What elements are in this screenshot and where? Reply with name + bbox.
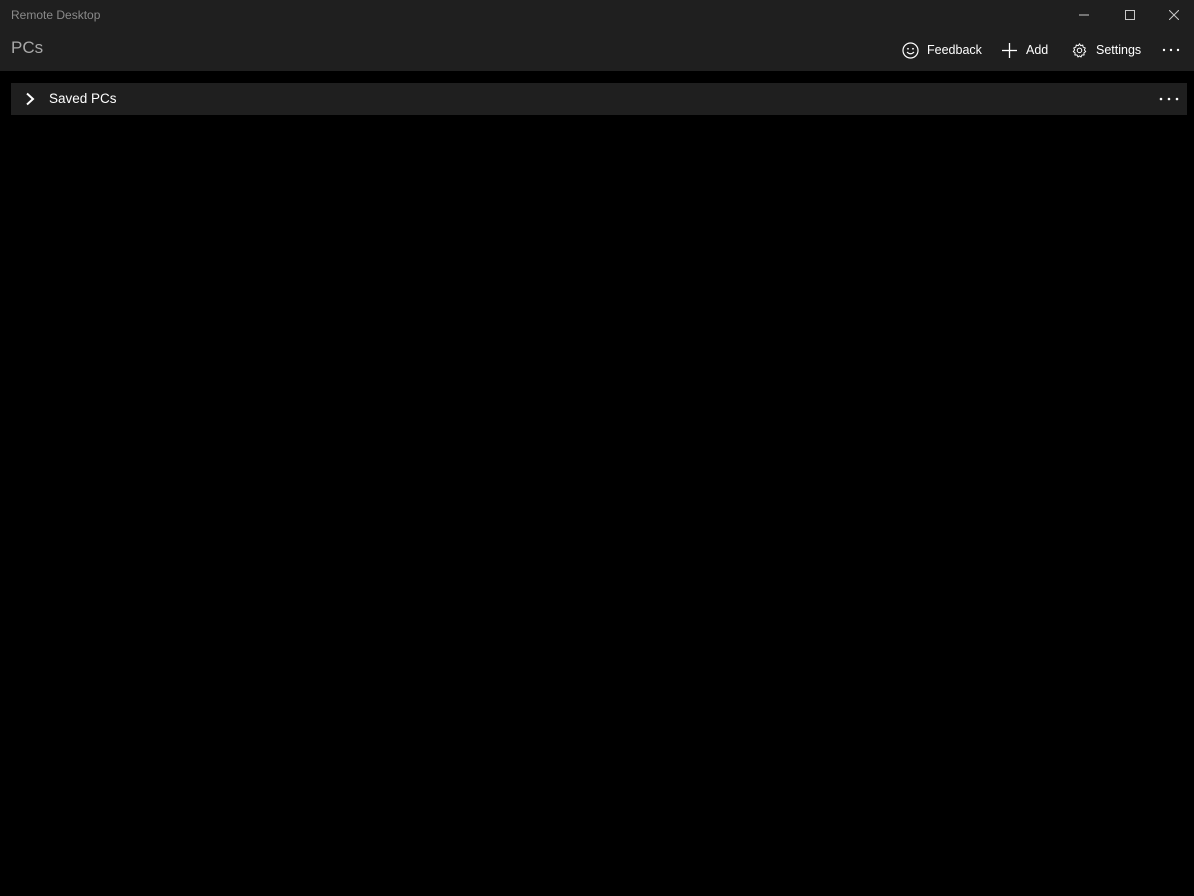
- saved-pcs-group-header[interactable]: Saved PCs: [11, 83, 1187, 115]
- title-bar[interactable]: Remote Desktop: [0, 0, 1194, 30]
- chevron-right-icon[interactable]: [23, 91, 37, 107]
- command-bar: PCs Feedback Add Settings: [0, 30, 1194, 71]
- saved-pcs-more-button[interactable]: [1155, 87, 1183, 111]
- more-icon: [1162, 48, 1180, 52]
- minimize-icon: [1079, 14, 1089, 16]
- plus-icon: [1000, 41, 1018, 59]
- maximize-icon: [1125, 10, 1135, 20]
- gear-icon: [1070, 41, 1088, 59]
- smiley-icon: [901, 41, 919, 59]
- settings-button[interactable]: Settings: [1070, 38, 1141, 62]
- app-title: Remote Desktop: [11, 8, 101, 22]
- feedback-button[interactable]: Feedback: [901, 38, 982, 62]
- more-options-button[interactable]: [1158, 38, 1184, 62]
- pcs-content-area: [0, 71, 1194, 896]
- close-icon: [1168, 10, 1179, 20]
- add-button[interactable]: Add: [1000, 38, 1048, 62]
- page-title: PCs: [11, 38, 44, 57]
- remote-desktop-window: Remote Desktop PCs Feedback Add Settings…: [0, 0, 1194, 896]
- saved-pcs-label: Saved PCs: [49, 91, 117, 106]
- close-button[interactable]: [1153, 0, 1194, 30]
- minimize-button[interactable]: [1061, 0, 1107, 30]
- feedback-label: Feedback: [927, 43, 982, 57]
- maximize-button[interactable]: [1107, 0, 1153, 30]
- add-label: Add: [1026, 43, 1049, 57]
- more-icon: [1159, 97, 1179, 101]
- settings-label: Settings: [1096, 43, 1142, 57]
